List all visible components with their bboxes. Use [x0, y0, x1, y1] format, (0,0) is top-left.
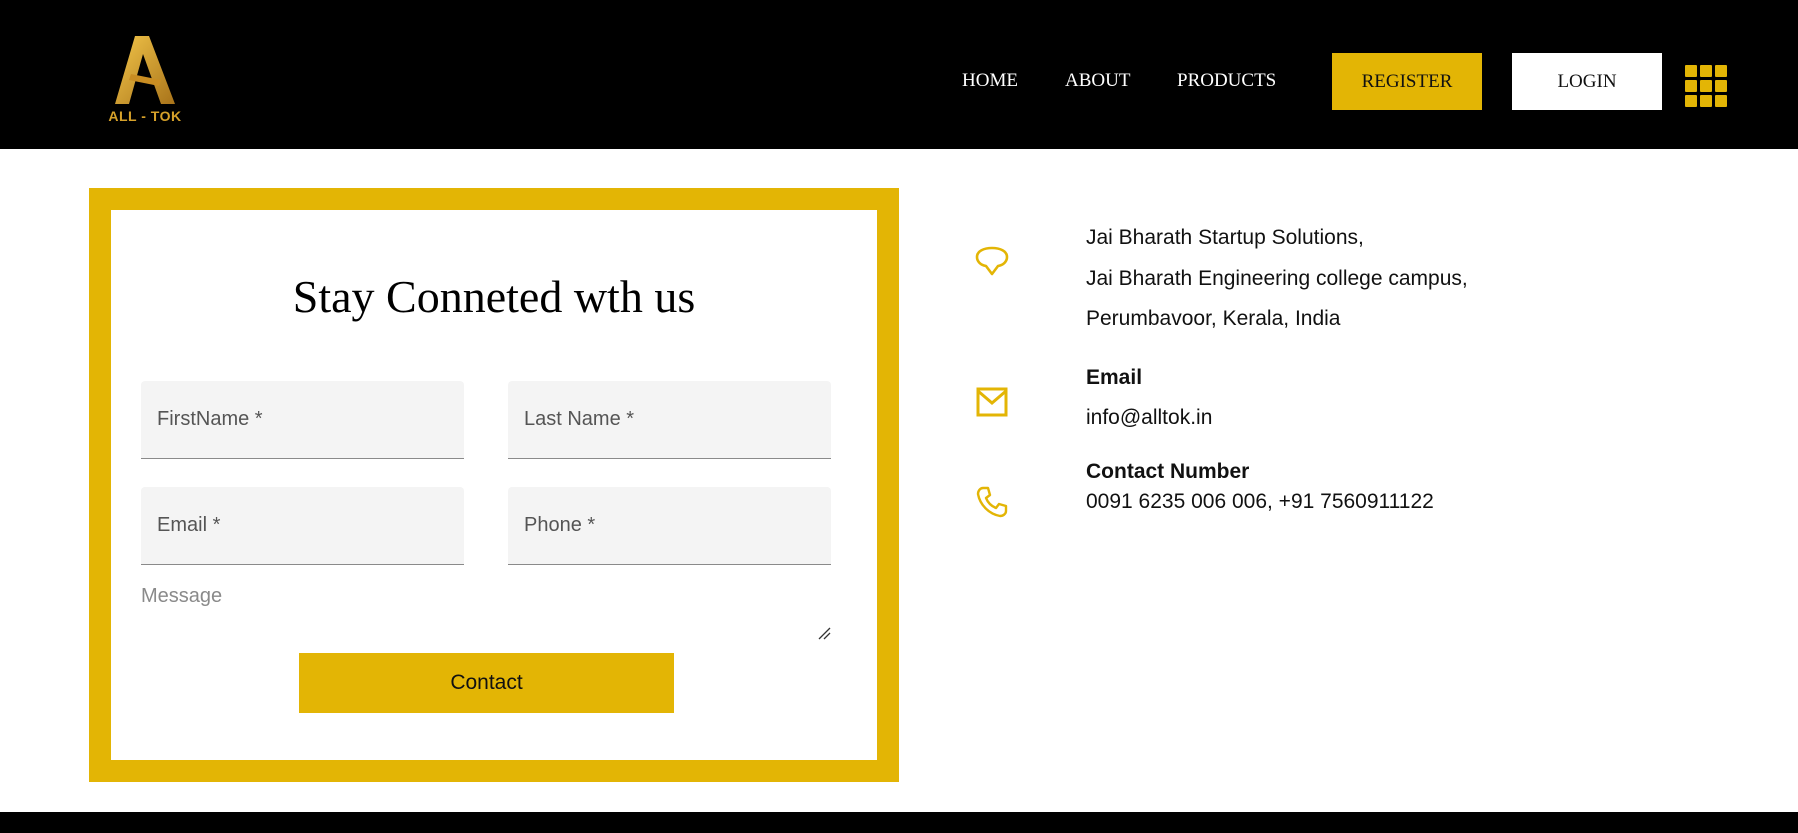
phone-icon	[976, 486, 1008, 518]
phone-field-wrapper	[508, 487, 831, 565]
contact-submit-button[interactable]: Contact	[299, 653, 674, 713]
email-value[interactable]: info@alltok.in	[1086, 406, 1212, 430]
mail-icon	[976, 387, 1008, 417]
last-name-field-wrapper	[508, 381, 831, 459]
logo-text: ALL - TOK	[108, 108, 182, 124]
message-field[interactable]	[141, 585, 831, 640]
resize-handle-icon[interactable]	[817, 626, 831, 640]
grid-menu-icon[interactable]	[1685, 65, 1727, 107]
nav-products-link[interactable]: PRODUCTS	[1177, 70, 1276, 92]
email-field[interactable]	[141, 487, 464, 564]
logo-a-icon	[115, 36, 175, 104]
form-title: Stay Conneted wth us	[292, 271, 696, 322]
email-field-wrapper	[141, 487, 464, 565]
location-pin-icon	[975, 246, 1009, 276]
brand-logo[interactable]: ALL - TOK	[105, 34, 185, 126]
phone-value[interactable]: 0091 6235 006 006, +91 7560911122	[1086, 490, 1434, 514]
first-name-field[interactable]	[141, 381, 464, 458]
nav-about-link[interactable]: ABOUT	[1065, 70, 1130, 92]
message-field-wrapper	[141, 585, 831, 640]
phone-field[interactable]	[508, 487, 831, 564]
register-button[interactable]: REGISTER	[1332, 53, 1482, 110]
phone-heading: Contact Number	[1086, 460, 1250, 483]
address-line-3: Perumbavoor, Kerala, India	[1086, 307, 1341, 330]
first-name-field-wrapper	[141, 381, 464, 459]
address-line-1: Jai Bharath Startup Solutions,	[1086, 226, 1364, 249]
last-name-field[interactable]	[508, 381, 831, 458]
address-line-2: Jai Bharath Engineering college campus,	[1086, 267, 1468, 290]
email-heading: Email	[1086, 366, 1143, 389]
contact-form-frame: Stay Conneted wth us Contact	[89, 188, 899, 782]
login-button[interactable]: LOGIN	[1512, 53, 1662, 110]
nav-home-link[interactable]: HOME	[962, 70, 1018, 92]
footer-bar	[0, 812, 1798, 833]
contact-form: Stay Conneted wth us Contact	[111, 210, 877, 760]
site-header: ALL - TOK HOME ABOUT PRODUCTS REGISTER L…	[0, 0, 1798, 149]
